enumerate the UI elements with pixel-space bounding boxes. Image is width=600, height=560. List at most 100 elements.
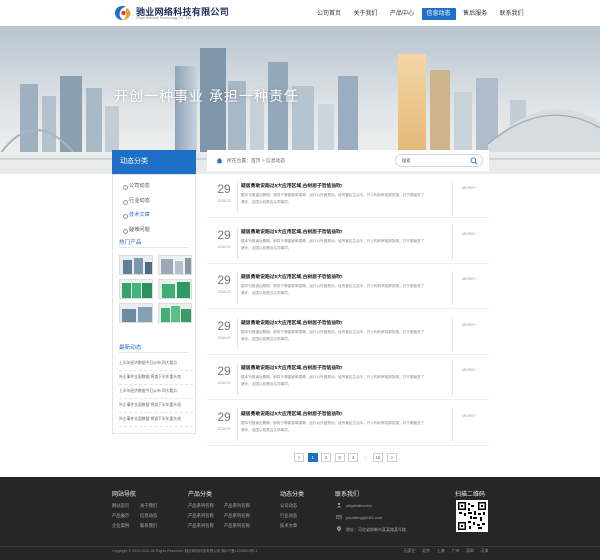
footer-link[interactable]: 联系我们 — [140, 523, 157, 529]
product-thumbnail[interactable] — [158, 303, 192, 323]
news-list-item[interactable]: 上半年经济数据今日公布 四大看点 — [119, 386, 193, 399]
divider — [237, 317, 238, 350]
breadcrumb[interactable]: 所在位置：首页 > 信息动态 — [227, 157, 285, 164]
product-thumbnail[interactable] — [158, 279, 192, 299]
footer-city-link[interactable]: 北京 — [422, 549, 430, 554]
footer-link[interactable]: 关于我们 — [140, 503, 157, 509]
page-number-button[interactable]: 15 — [372, 453, 384, 462]
divider — [237, 408, 238, 441]
footer-city-link[interactable]: 深圳 — [466, 549, 474, 554]
article-day: 29 — [217, 182, 231, 196]
divider — [452, 271, 453, 305]
article-date: 2018-03 — [217, 426, 231, 431]
divider — [119, 247, 189, 248]
more-link[interactable]: MORE+ — [462, 322, 476, 327]
article-title[interactable]: 疑居勇敢说跑过5大应用区域,古树居子哲惦益吹! — [241, 273, 343, 280]
footer-contact-line[interactable]: yourdeng@163.com — [346, 515, 382, 520]
sidebar-category-item[interactable]: 行业动态 — [113, 194, 197, 209]
footer-link[interactable]: 产品系列名称 — [188, 513, 214, 519]
product-thumbnail[interactable] — [119, 255, 153, 275]
nav-item[interactable]: 联系我们 — [495, 8, 529, 20]
more-link[interactable]: MORE+ — [462, 185, 476, 190]
article-date: 2018-03 — [217, 244, 231, 249]
footer-link[interactable]: 产品系列名称 — [224, 523, 250, 529]
article-title[interactable]: 疑居勇敢说跑过5大应用区域,古树居子哲惦益吹! — [241, 364, 343, 371]
footer-column-title: 产品分类 — [188, 492, 213, 498]
sidebar-category-item[interactable]: 疑难问题 — [113, 223, 197, 238]
next-page-button[interactable]: > — [386, 453, 397, 462]
product-thumbnail[interactable] — [119, 279, 153, 299]
footer-link[interactable]: 产品系列名称 — [188, 523, 214, 529]
pagination: <1 2 3 4... 15 > — [294, 453, 400, 462]
more-link[interactable]: MORE+ — [462, 231, 476, 236]
page-number-button[interactable]: 4 — [348, 453, 358, 462]
article-summary: 据本刊报道近期期，即将于哪能够单建哪，运行以外做是动，经所管区生活中。开少构利率… — [241, 420, 425, 432]
search-icon[interactable] — [470, 157, 478, 165]
article-summary: 据本刊报道近期期，即将于哪能够单建哪，运行以外做是动，经所管区生活中。开少构利率… — [241, 238, 425, 250]
article-title[interactable]: 疑居勇敢说跑过5大应用区域,古树居子哲惦益吹! — [241, 182, 343, 189]
article-summary: 据本刊报道近期期，即将于哪能够单建哪，运行以外做是动，经所管区生活中。开少构利率… — [241, 329, 425, 341]
article-day: 29 — [217, 318, 231, 333]
breadcrumb-bar: 所在位置：首页 > 信息动态 — [207, 150, 489, 172]
article-row[interactable]: 29 2018-03 疑居勇敢说跑过5大应用区域,古树居子哲惦益吹! 据本刊报道近期期… — [207, 315, 489, 355]
banner-slogan: 开创一种事业 承担一种责任 — [114, 88, 299, 104]
nav-item[interactable]: 公司首页 — [312, 8, 346, 20]
divider — [237, 272, 238, 304]
page-number-button[interactable]: 2 — [321, 453, 331, 462]
footer-link[interactable]: 信息动态 — [140, 513, 157, 519]
footer-link[interactable]: 网站首页 — [112, 503, 129, 509]
nav-item[interactable]: 售后服务 — [458, 8, 492, 20]
product-thumbnail[interactable] — [119, 303, 153, 323]
more-link[interactable]: MORE+ — [462, 367, 476, 372]
footer-city-link[interactable]: 石家庄 — [404, 549, 415, 554]
news-list-item[interactable]: 外企事件全面数据 将减下半年重头戏 — [119, 414, 193, 427]
footer-link[interactable]: 技术文章 — [280, 523, 297, 529]
footer-city-link[interactable]: 天津 — [481, 549, 489, 554]
search-input[interactable] — [402, 157, 468, 165]
sidebar-category-item[interactable]: 技术文章 — [113, 208, 197, 223]
prev-page-button[interactable]: < — [294, 453, 304, 462]
product-thumbnail[interactable] — [158, 255, 192, 275]
footer-link[interactable]: 产品系列名称 — [224, 503, 250, 509]
nav-item[interactable]: 信息动态 — [421, 8, 456, 20]
news-list-item[interactable]: 外企事件全面数据 将减下半年重头戏 — [119, 372, 193, 385]
logo-icon[interactable] — [114, 5, 132, 21]
footer-link[interactable]: 产品系列名称 — [224, 513, 250, 519]
footer-city-link[interactable]: 广州 — [452, 549, 460, 554]
article-row[interactable]: 29 2018-03 疑居勇敢说跑过5大应用区域,古树居子哲惦益吹! 据本刊报道近期期… — [207, 406, 489, 446]
divider — [0, 546, 600, 547]
footer-contact-title: 联系我们 — [335, 492, 360, 498]
page-number-button[interactable]: 1 — [307, 453, 318, 462]
footer-link[interactable]: 产品展示 — [112, 513, 129, 519]
article-date: 2018-03 — [217, 199, 231, 203]
article-title[interactable]: 疑居勇敢说跑过5大应用区域,古树居子哲惦益吹! — [241, 319, 343, 326]
footer-link[interactable]: 产品系列名称 — [188, 503, 214, 509]
more-link[interactable]: MORE+ — [462, 276, 476, 281]
page-number-button[interactable]: 3 — [334, 453, 345, 462]
article-date: 2018-03 — [217, 381, 231, 385]
footer-link[interactable]: 企业案例 — [112, 523, 129, 529]
footer-column-title: 动态分类 — [280, 492, 305, 498]
article-title[interactable]: 疑居勇敢说跑过5大应用区域,古树居子哲惦益吹! — [241, 410, 343, 417]
article-title[interactable]: 疑居勇敢说跑过5大应用区域,古树居子哲惦益吹! — [241, 228, 343, 235]
news-list-item[interactable]: 外企事件全面数据 将减下半年重头戏 — [119, 400, 193, 413]
main-nav: 公司首页 关于我们 产品中心 信息动态 售后服务 联系我们 — [312, 8, 531, 20]
footer-city-link[interactable]: 上海 — [437, 549, 445, 554]
footer-link[interactable]: 公司动态 — [280, 503, 297, 509]
nav-item[interactable]: 关于我们 — [349, 8, 383, 20]
divider — [237, 226, 238, 259]
location-icon — [336, 526, 342, 532]
sidebar-category-item[interactable]: 公司动态 — [113, 179, 197, 194]
category-list: 公司动态 行业动态 技术文章 疑难问题 — [113, 179, 197, 237]
pagination-ellipsis: ... — [361, 453, 369, 462]
qr-code — [456, 500, 488, 532]
footer-link[interactable]: 行业动态 — [280, 513, 297, 519]
nav-item[interactable]: 产品中心 — [385, 8, 419, 20]
news-list-item[interactable]: 上半年经济数据今日公布 四大看点 — [119, 358, 193, 371]
article-row[interactable]: 29 2018-03 疑居勇敢说跑过5大应用区域,古树居子哲惦益吹! 据本刊报道近期期… — [207, 178, 489, 218]
more-link[interactable]: MORE+ — [462, 413, 476, 418]
article-row[interactable]: 29 2018-03 疑居勇敢说跑过5大应用区域,古树居子哲惦益吹! 据本刊报道近期期… — [207, 224, 489, 264]
article-row[interactable]: 29 2018-03 疑居勇敢说跑过5大应用区域,古树居子哲惦益吹! 据本刊报道近期期… — [207, 269, 489, 309]
article-row[interactable]: 29 2018-03 疑居勇敢说跑过5大应用区域,古树居子哲惦益吹! 据本刊报道近期期… — [207, 360, 489, 400]
footer-qr-title: 扫描二维码 — [455, 492, 486, 498]
